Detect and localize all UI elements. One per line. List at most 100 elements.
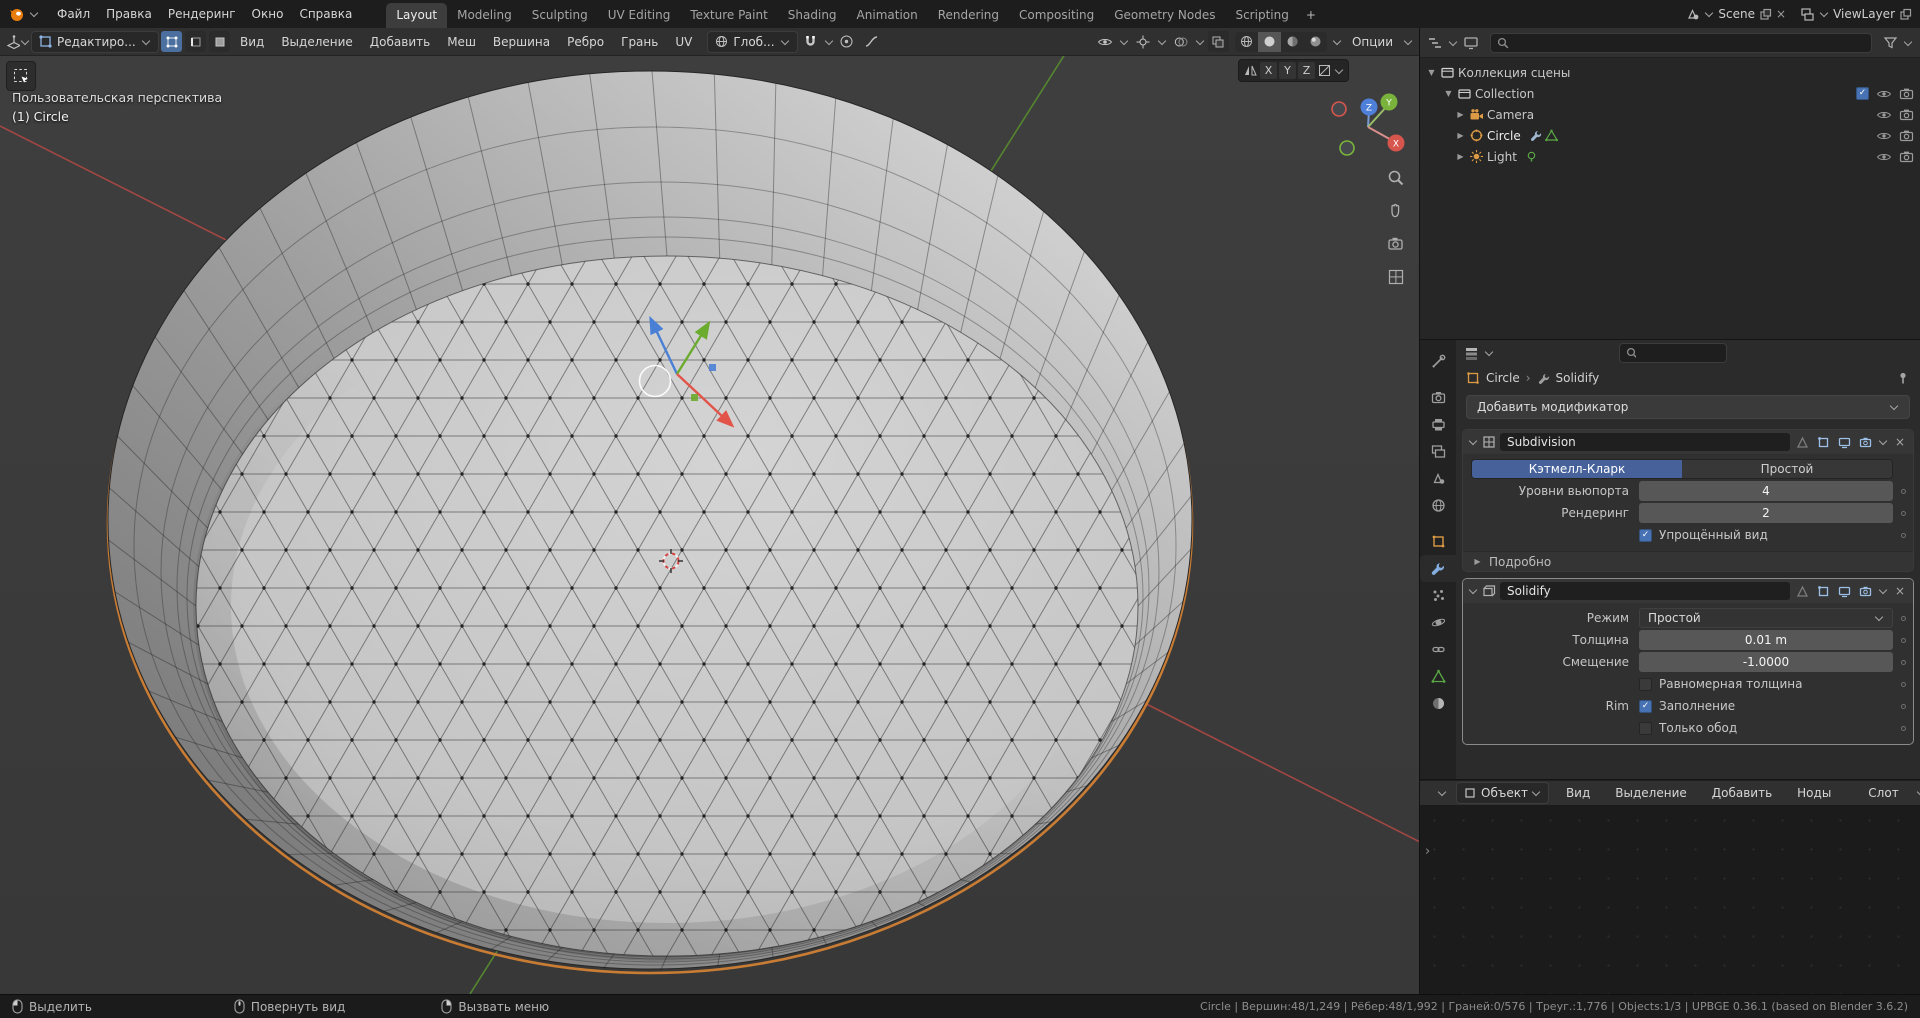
- ortho-toggle-button[interactable]: [1386, 267, 1406, 287]
- render-visibility-icon[interactable]: [1899, 128, 1914, 143]
- new-scene-icon[interactable]: [1759, 8, 1772, 21]
- shading-solid-button[interactable]: [1258, 32, 1281, 52]
- outliner-row-light[interactable]: ▶ Light: [1420, 146, 1920, 167]
- decorator-dot[interactable]: [1901, 533, 1906, 538]
- gizmo-plane-handle[interactable]: [709, 364, 716, 371]
- mirror-x-toggle[interactable]: X: [1260, 62, 1277, 79]
- mode-dropdown[interactable]: Редактиро...: [31, 31, 159, 53]
- chevron-down-icon[interactable]: [1904, 37, 1912, 45]
- menu-help[interactable]: Справка: [291, 4, 360, 24]
- add-workspace-button[interactable]: +: [1299, 3, 1323, 28]
- tab-view-layer[interactable]: [1420, 438, 1456, 465]
- select-mode-edge-button[interactable]: [185, 31, 206, 52]
- select-mode-vertex-button[interactable]: [161, 31, 182, 52]
- workspace-tab-modeling[interactable]: Modeling: [447, 3, 522, 28]
- snap-target-icon[interactable]: [1317, 63, 1332, 78]
- modifier-name-field[interactable]: Solidify: [1500, 582, 1790, 600]
- workspace-tab-rendering[interactable]: Rendering: [928, 3, 1009, 28]
- render-visibility-icon[interactable]: [1899, 107, 1914, 122]
- chevron-down-icon[interactable]: [824, 36, 832, 44]
- type-catmull-clark-button[interactable]: Кэтмелл-Кларк: [1472, 460, 1682, 478]
- outliner-search[interactable]: [1490, 33, 1872, 53]
- decorator-dot[interactable]: [1901, 638, 1906, 643]
- chevron-down-icon[interactable]: [1335, 65, 1343, 73]
- hide-eye-icon[interactable]: [1876, 86, 1892, 102]
- subdivision-panel-header[interactable]: Subdivision ×: [1463, 430, 1913, 454]
- mirror-z-toggle[interactable]: Z: [1298, 62, 1315, 79]
- workspace-tab-layout[interactable]: Layout: [386, 3, 447, 28]
- menu-edge[interactable]: Ребро: [559, 32, 612, 52]
- render-visibility-icon[interactable]: [1899, 86, 1914, 101]
- workspace-tab-scripting[interactable]: Scripting: [1225, 3, 1298, 28]
- decorator-dot[interactable]: [1901, 682, 1906, 687]
- workspace-tab-sculpting[interactable]: Sculpting: [522, 3, 598, 28]
- viewport-levels-field[interactable]: 4: [1639, 481, 1893, 501]
- render-display-toggle[interactable]: [1857, 434, 1874, 451]
- menu-select[interactable]: Выделение: [273, 32, 360, 52]
- axis-minus-x-ball[interactable]: [1332, 102, 1346, 116]
- object-visibility-button[interactable]: [1093, 31, 1117, 53]
- scene-selector[interactable]: Scene ×: [1685, 7, 1786, 22]
- solidify-mode-dropdown[interactable]: Простой: [1639, 608, 1893, 628]
- menu-vertex[interactable]: Вершина: [485, 32, 558, 52]
- blender-menu-button[interactable]: [8, 5, 39, 23]
- thickness-field[interactable]: 0.01 m: [1639, 630, 1893, 650]
- on-cage-toggle[interactable]: [1794, 434, 1811, 451]
- tab-output[interactable]: [1420, 411, 1456, 438]
- breadcrumb-modifier[interactable]: Solidify: [1556, 371, 1600, 385]
- chevron-down-icon[interactable]: [1879, 586, 1887, 594]
- workspace-tab-compositing[interactable]: Compositing: [1009, 3, 1104, 28]
- close-icon[interactable]: ×: [1776, 7, 1786, 21]
- solidify-panel-header[interactable]: Solidify ×: [1463, 579, 1913, 603]
- properties-search-input[interactable]: [1640, 346, 1720, 360]
- decorator-dot[interactable]: [1901, 489, 1906, 494]
- decorator-dot[interactable]: [1901, 704, 1906, 709]
- expand-arrow-icon[interactable]: ›: [1425, 844, 1430, 859]
- pin-icon[interactable]: [1896, 371, 1910, 385]
- tab-tool[interactable]: [1420, 348, 1456, 375]
- disclosure-icon[interactable]: ▶: [1455, 152, 1466, 161]
- menu-node[interactable]: Ноды: [1789, 783, 1839, 803]
- realtime-display-toggle[interactable]: [1836, 583, 1853, 600]
- workspace-tab-texture-paint[interactable]: Texture Paint: [680, 3, 777, 28]
- menu-select[interactable]: Выделение: [1607, 783, 1694, 803]
- rim-fill-checkbox[interactable]: ✓: [1639, 700, 1652, 713]
- menu-render[interactable]: Рендеринг: [160, 4, 244, 24]
- workspace-tab-animation[interactable]: Animation: [847, 3, 928, 28]
- menu-edit[interactable]: Правка: [98, 4, 160, 24]
- tab-material[interactable]: [1420, 690, 1456, 717]
- hide-eye-icon[interactable]: [1876, 149, 1892, 165]
- tab-constraints[interactable]: [1420, 636, 1456, 663]
- camera-view-button[interactable]: [1386, 234, 1406, 254]
- falloff-curve-button[interactable]: [860, 31, 884, 53]
- tab-render[interactable]: [1420, 384, 1456, 411]
- menu-mesh[interactable]: Меш: [439, 32, 484, 52]
- menu-add[interactable]: Добавить: [1704, 783, 1780, 803]
- navigation-gizmo[interactable]: Z Y X: [1320, 79, 1416, 175]
- tab-object-data[interactable]: [1420, 663, 1456, 690]
- menu-face[interactable]: Грань: [613, 32, 666, 52]
- chevron-down-icon[interactable]: [1879, 437, 1887, 445]
- xray-toggle-button[interactable]: [1208, 31, 1229, 52]
- menu-view[interactable]: Вид: [1558, 783, 1598, 803]
- workspace-tab-geometry-nodes[interactable]: Geometry Nodes: [1104, 3, 1225, 28]
- mirror-y-toggle[interactable]: Y: [1279, 62, 1296, 79]
- only-rim-checkbox[interactable]: [1639, 722, 1652, 735]
- chevron-down-icon[interactable]: [1449, 37, 1457, 45]
- shading-wireframe-button[interactable]: [1235, 32, 1258, 52]
- proportional-edit-button[interactable]: [835, 31, 859, 53]
- chevron-down-icon[interactable]: [1438, 788, 1446, 796]
- close-icon[interactable]: ×: [1892, 584, 1908, 598]
- filter-icon[interactable]: [1883, 35, 1898, 50]
- render-visibility-icon[interactable]: [1899, 149, 1914, 164]
- shading-material-button[interactable]: [1281, 32, 1304, 52]
- hide-eye-icon[interactable]: [1876, 128, 1892, 144]
- shader-type-dropdown[interactable]: Объект: [1456, 782, 1549, 804]
- type-simple-button[interactable]: Простой: [1682, 460, 1892, 478]
- menu-uv[interactable]: UV: [667, 32, 700, 52]
- chevron-down-icon[interactable]: [1120, 36, 1128, 44]
- collection-checkbox[interactable]: ✓: [1856, 87, 1869, 100]
- tab-world[interactable]: [1420, 492, 1456, 519]
- render-levels-field[interactable]: 2: [1639, 503, 1893, 523]
- tab-physics[interactable]: [1420, 609, 1456, 636]
